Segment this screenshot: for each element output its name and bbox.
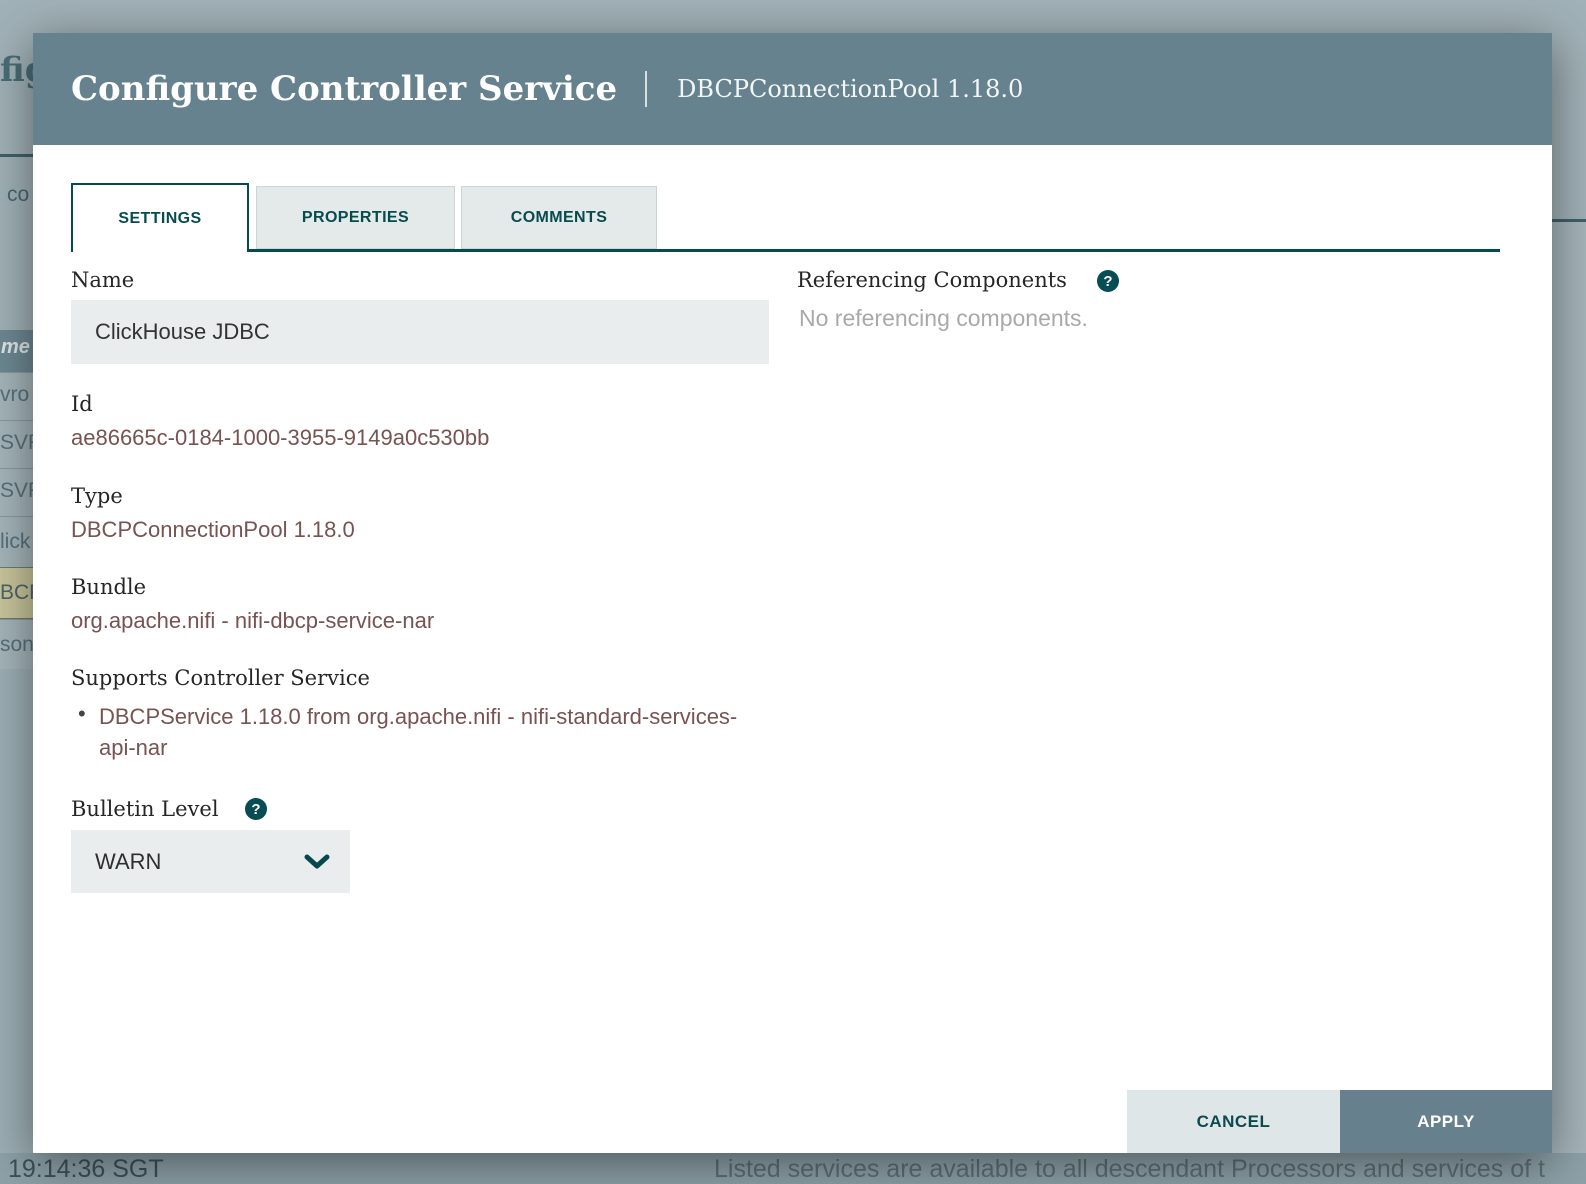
table-row-label: lick <box>0 530 30 554</box>
tab-properties[interactable]: PROPERTIES <box>256 186 455 249</box>
dialog-title: Configure Controller Service <box>71 69 617 109</box>
bundle-value: org.apache.nifi - nifi-dbcp-service-nar <box>71 608 434 634</box>
supports-controller-service-label: Supports Controller Service <box>71 666 370 690</box>
table-row-label: son <box>0 633 34 657</box>
bundle-label: Bundle <box>71 575 146 599</box>
referencing-components-help-icon[interactable]: ? <box>1097 270 1119 292</box>
tabs-underline <box>249 249 1500 252</box>
background-right-panel-lower <box>1552 222 1586 1184</box>
status-note: Listed services are available to all des… <box>714 1155 1586 1184</box>
question-glyph: ? <box>251 801 260 818</box>
cancel-button[interactable]: CANCEL <box>1127 1090 1340 1153</box>
name-label: Name <box>71 268 134 292</box>
page-root: figu co me vro SVR SVR lick BCP son 19:1… <box>0 0 1586 1184</box>
background-left-panel <box>0 669 33 1184</box>
apply-button-label: APPLY <box>1417 1112 1475 1132</box>
name-input[interactable] <box>71 300 769 364</box>
bullet-icon: • <box>78 701 86 727</box>
id-value: ae86665c-0184-1000-3955-9149a0c530bb <box>71 425 489 451</box>
bulletin-level-value: WARN <box>95 849 161 875</box>
tab-settings-label: SETTINGS <box>118 210 201 228</box>
background-header-rule <box>0 154 33 157</box>
status-timestamp: 19:14:36 SGT <box>8 1155 164 1184</box>
question-glyph: ? <box>1103 273 1112 290</box>
no-referencing-components-text: No referencing components. <box>799 305 1088 332</box>
table-row-label: vro <box>0 383 29 407</box>
chevron-down-icon <box>304 854 330 875</box>
background-tab-label-fragment: co <box>7 183 29 207</box>
type-label: Type <box>71 484 123 508</box>
apply-button[interactable]: APPLY <box>1340 1090 1552 1153</box>
bulletin-level-label: Bulletin Level <box>71 797 219 821</box>
title-divider <box>645 71 647 107</box>
tab-comments[interactable]: COMMENTS <box>461 186 657 249</box>
referencing-components-label: Referencing Components <box>797 268 1067 292</box>
tab-properties-label: PROPERTIES <box>302 209 409 227</box>
configure-controller-service-dialog: Configure Controller Service DBCPConnect… <box>33 33 1552 1153</box>
bulletin-level-dropdown[interactable]: WARN <box>71 830 350 893</box>
dialog-subtitle: DBCPConnectionPool 1.18.0 <box>677 75 1023 103</box>
background-table-header-label: me <box>1 336 30 359</box>
dialog-header: Configure Controller Service DBCPConnect… <box>33 33 1552 145</box>
tab-comments-label: COMMENTS <box>511 209 608 227</box>
type-value: DBCPConnectionPool 1.18.0 <box>71 517 355 543</box>
supported-service-item: DBCPService 1.18.0 from org.apache.nifi … <box>99 701 759 763</box>
cancel-button-label: CANCEL <box>1197 1112 1271 1132</box>
id-label: Id <box>71 392 93 416</box>
tab-settings[interactable]: SETTINGS <box>71 183 249 252</box>
bulletin-level-help-icon[interactable]: ? <box>245 798 267 820</box>
